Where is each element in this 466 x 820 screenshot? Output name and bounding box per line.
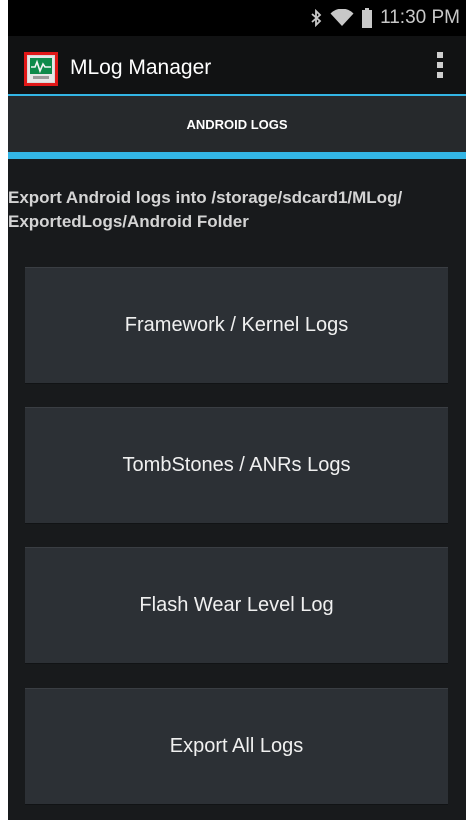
framework-kernel-logs-button[interactable]: Framework / Kernel Logs (25, 267, 448, 384)
mlog-app-icon[interactable] (24, 52, 58, 86)
battery-icon (362, 8, 373, 28)
export-all-logs-button[interactable]: Export All Logs (25, 688, 448, 805)
wifi-icon (330, 9, 354, 27)
tab-selected-indicator (8, 152, 466, 159)
device-screen: 11:30 PM MLog Manager ANDROID LOGS Expor… (8, 0, 466, 820)
export-description: Export Android logs into /storage/sdcard… (8, 188, 403, 231)
tab-bar: ANDROID LOGS (8, 96, 466, 152)
tab-android-logs[interactable]: ANDROID LOGS (186, 117, 287, 132)
action-bar: MLog Manager (8, 36, 466, 94)
bluetooth-icon (310, 9, 322, 27)
tombstones-anrs-logs-button[interactable]: TombStones / ANRs Logs (25, 407, 448, 524)
flash-wear-level-log-button[interactable]: Flash Wear Level Log (25, 547, 448, 664)
app-title: MLog Manager (70, 56, 212, 79)
overflow-menu-icon[interactable] (430, 50, 450, 80)
status-time: 11:30 PM (380, 7, 460, 28)
status-bar: 11:30 PM (8, 0, 466, 36)
